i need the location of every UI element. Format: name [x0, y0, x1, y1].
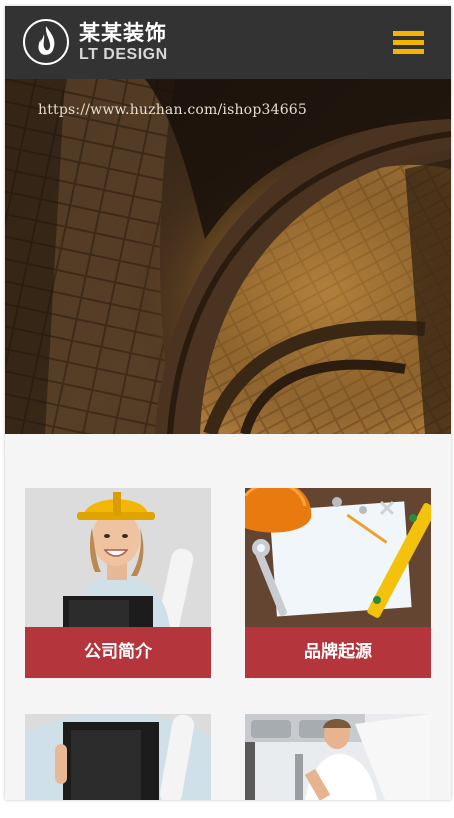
flame-logo-icon[interactable]	[23, 19, 69, 65]
worker-woman-image	[25, 488, 211, 628]
card-3[interactable]	[25, 714, 211, 800]
hero-watermark-url: https://www.huzhan.com/ishop34665	[38, 102, 308, 118]
hero-arch-image	[5, 79, 451, 434]
worker-folder-image	[25, 714, 211, 800]
card-company-intro[interactable]: 公司简介	[25, 488, 211, 678]
logo-subtitle[interactable]: LT DESIGN	[79, 46, 168, 64]
card-label[interactable]: 品牌起源	[245, 627, 431, 678]
card-brand-origin[interactable]: 品牌起源	[245, 488, 431, 678]
tools-on-table-image	[245, 488, 431, 628]
card-4[interactable]	[245, 714, 431, 800]
card-label[interactable]: 公司简介	[25, 627, 211, 678]
plumber-sink-image	[245, 714, 431, 800]
hero-banner: https://www.huzhan.com/ishop34665	[5, 79, 451, 434]
page-frame: 某某装饰 LT DESIGN https://www.huzhan.com/is…	[5, 6, 451, 800]
site-header: 某某装饰 LT DESIGN	[5, 6, 451, 79]
hamburger-menu-icon[interactable]	[393, 31, 424, 55]
logo-title[interactable]: 某某装饰	[79, 22, 167, 44]
